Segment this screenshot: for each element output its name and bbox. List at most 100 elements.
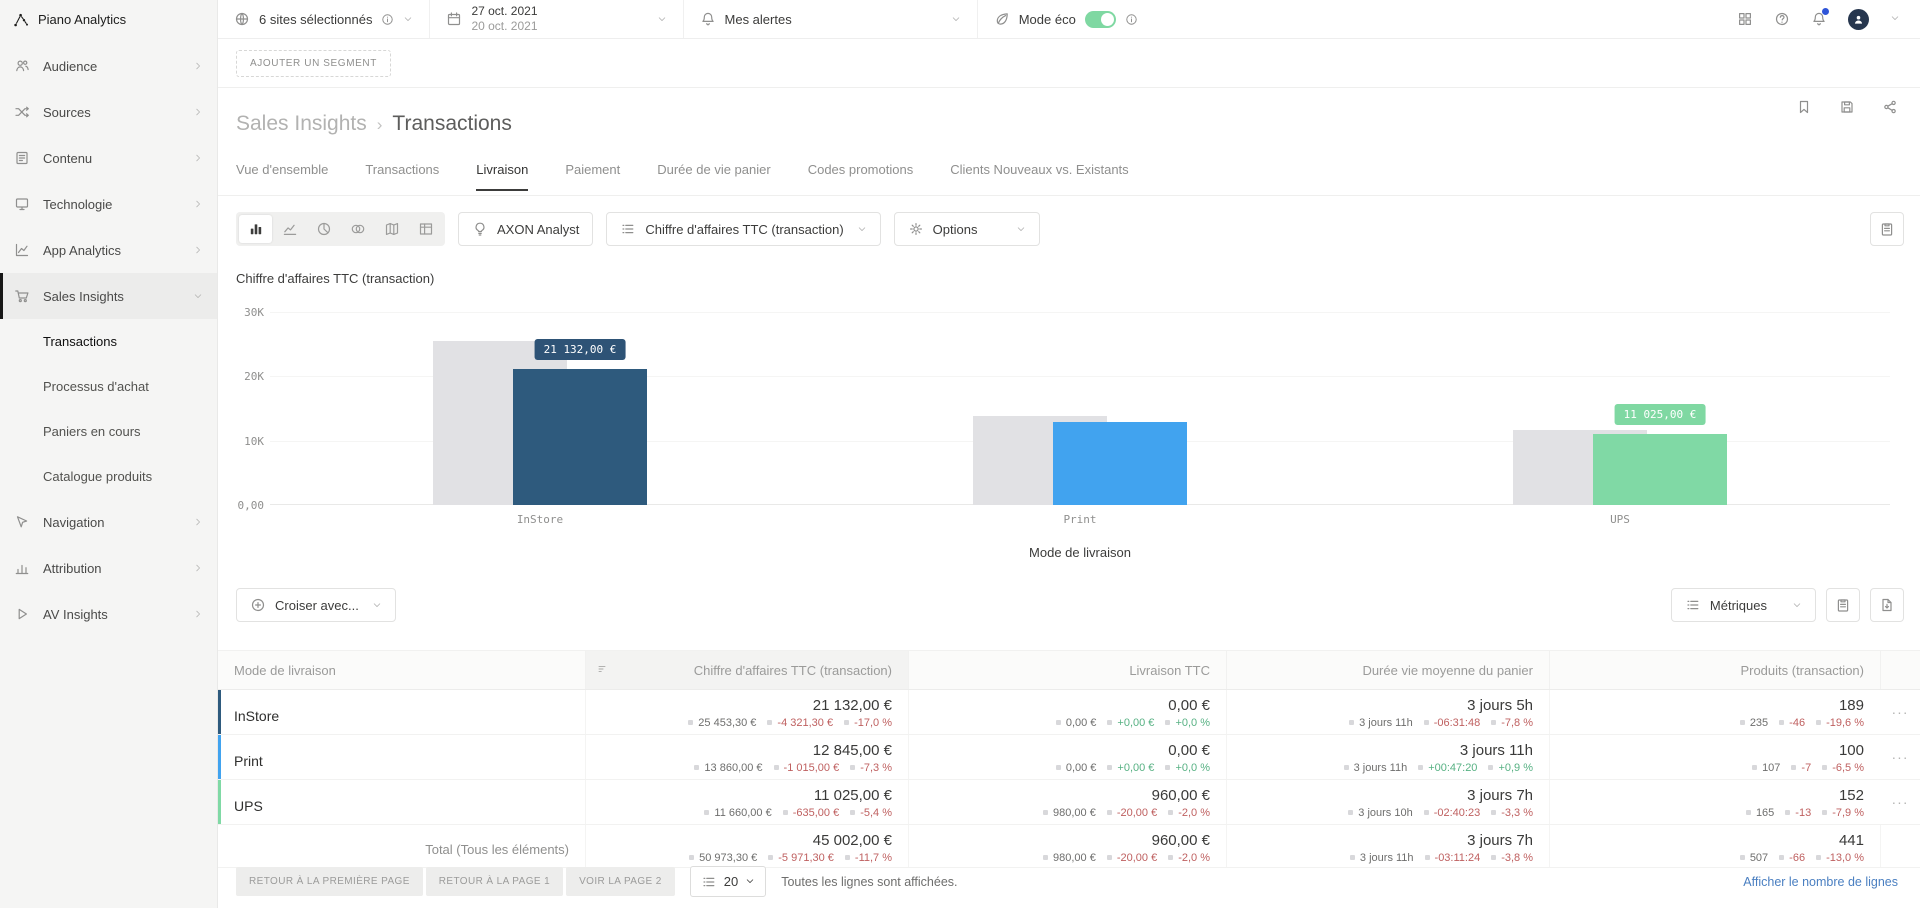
current-bar[interactable] [513, 369, 647, 505]
sidebar-item-paniers-en-cours[interactable]: Paniers en cours [0, 409, 217, 454]
sidebar-item-audience[interactable]: Audience [0, 43, 217, 89]
bookmark-icon[interactable] [1796, 99, 1812, 115]
sidebar-item-sources[interactable]: Sources [0, 89, 217, 135]
avatar[interactable] [1848, 8, 1869, 30]
tab-codes-promotions[interactable]: Codes promotions [808, 162, 914, 191]
notifications-bell-icon[interactable] [1811, 8, 1829, 27]
row-color-indicator [218, 690, 221, 734]
save-icon[interactable] [1839, 99, 1855, 115]
sidebar-item-technologie[interactable]: Technologie [0, 181, 217, 227]
sidebar-item-av-insights[interactable]: AV Insights [0, 591, 217, 637]
chart-type-table-icon[interactable] [409, 215, 442, 243]
row-label-cell[interactable]: InStore [218, 690, 585, 734]
metric-cell: 189 235 -46 -19,6 % [1549, 690, 1880, 734]
help-icon[interactable] [1774, 11, 1790, 27]
bar-group-ups: 11 025,00 € [1350, 312, 1890, 505]
sidebar-item-processus-d-achat[interactable]: Processus d'achat [0, 364, 217, 409]
comparison-chip: -46 [1779, 717, 1805, 729]
copy-table-button[interactable] [1826, 588, 1860, 622]
comparison-chip: -5,4 % [850, 807, 892, 819]
metric-comparison: 3 jours 11h +00:47:20 +0,9 % [1243, 762, 1533, 774]
row-menu-button[interactable]: ··· [1880, 690, 1920, 734]
metrics-dropdown[interactable]: Métriques [1670, 588, 1816, 622]
metric-cell: 441 507 -66 -13,0 % [1549, 825, 1880, 867]
app-logo[interactable]: Piano Analytics [0, 0, 217, 39]
info-icon[interactable] [381, 13, 394, 26]
column-header-4[interactable]: Durée vie moyenne du panier [1226, 651, 1549, 689]
tab-clients-nouveaux-vs-existants[interactable]: Clients Nouveaux vs. Existants [950, 162, 1128, 191]
apps-grid-icon[interactable] [1737, 11, 1753, 27]
chart-type-line-chart-icon[interactable] [273, 215, 306, 243]
date-range-line1: 27 oct. 2021 [471, 4, 538, 18]
chart-type-venn-icon[interactable] [341, 215, 374, 243]
info-icon[interactable] [1125, 13, 1138, 26]
sidebar-item-sales-insights[interactable]: Sales Insights [0, 273, 217, 319]
comparison-chip: -7,3 % [850, 762, 892, 774]
chart-type-pie-chart-icon[interactable] [307, 215, 340, 243]
axon-analyst-button[interactable]: AXON Analyst [458, 212, 594, 246]
page-1-button[interactable]: RETOUR À LA PAGE 1 [425, 867, 564, 896]
comparison-chip: 50 973,30 € [689, 852, 757, 864]
chevron-right-icon [193, 515, 203, 530]
comparison-chip: -4 321,30 € [767, 717, 833, 729]
sidebar-item-app-analytics[interactable]: App Analytics [0, 227, 217, 273]
chevron-down-icon [1792, 598, 1802, 613]
metric-selector-dropdown[interactable]: Chiffre d'affaires TTC (transaction) [606, 212, 881, 246]
sidebar-item-transactions[interactable]: Transactions [0, 319, 217, 364]
site-selector[interactable]: 6 sites sélectionnés [218, 0, 431, 38]
chevron-down-icon[interactable] [403, 12, 413, 27]
sidebar-item-navigation[interactable]: Navigation [0, 499, 217, 545]
rows-per-page-select[interactable]: 20 [689, 866, 767, 897]
comparison-chip: +0,00 € [1107, 762, 1154, 774]
metric-cell: 3 jours 11h 3 jours 11h +00:47:20 +0,9 % [1226, 735, 1549, 779]
eco-mode-toggle[interactable] [1084, 10, 1116, 28]
chevron-down-icon[interactable] [657, 12, 667, 27]
comparison-chip: -11,7 % [845, 852, 892, 864]
list-icon [620, 221, 636, 237]
metric-comparison: 50 973,30 € -5 971,30 € -11,7 % [602, 852, 892, 864]
chart-type-map-icon[interactable] [375, 215, 408, 243]
share-icon[interactable] [1882, 99, 1898, 115]
column-header-1[interactable]: Mode de livraison [218, 651, 585, 689]
column-header-3[interactable]: Livraison TTC [908, 651, 1226, 689]
export-table-button[interactable] [1870, 588, 1904, 622]
sidebar-item-attribution[interactable]: Attribution [0, 545, 217, 591]
add-segment-button[interactable]: AJOUTER UN SEGMENT [236, 50, 391, 77]
divider [218, 195, 1920, 196]
tab-vue-d-ensemble[interactable]: Vue d'ensemble [236, 162, 328, 191]
breadcrumb-parent[interactable]: Sales Insights [236, 112, 367, 136]
sidebar-item-contenu[interactable]: Contenu [0, 135, 217, 181]
comparison-chip: 107 [1752, 762, 1780, 774]
tab-transactions[interactable]: Transactions [365, 162, 439, 191]
alerts-selector[interactable]: Mes alertes [684, 0, 978, 38]
current-bar[interactable] [1593, 434, 1727, 505]
column-header-5[interactable]: Produits (transaction) [1549, 651, 1880, 689]
row-label-cell[interactable]: Print [218, 735, 585, 779]
row-label-cell[interactable]: UPS [218, 780, 585, 824]
row-menu-button[interactable]: ··· [1880, 735, 1920, 779]
chevron-down-icon[interactable] [1890, 10, 1900, 28]
show-row-count-link[interactable]: Afficher le nombre de lignes [1743, 875, 1898, 889]
options-dropdown[interactable]: Options [893, 212, 1041, 246]
cross-with-dropdown[interactable]: Croiser avec... [236, 588, 396, 622]
column-header-2[interactable]: Chiffre d'affaires TTC (transaction) [585, 651, 908, 689]
metric-value: 189 [1838, 697, 1864, 714]
metric-value: 45 002,00 € [812, 832, 892, 849]
eco-mode: Mode éco [978, 0, 1154, 38]
comparison-chip: -5 971,30 € [768, 852, 834, 864]
date-range-picker[interactable]: 27 oct. 2021 20 oct. 2021 [430, 0, 684, 38]
comparison-chip: -3,3 % [1491, 807, 1533, 819]
row-menu-button[interactable]: ··· [1880, 780, 1920, 824]
sort-icon[interactable] [596, 663, 608, 678]
chevron-down-icon[interactable] [951, 12, 961, 27]
y-tick-label: 10K [244, 435, 264, 448]
chart-type-bar-chart-icon[interactable] [239, 215, 272, 243]
copy-chart-button[interactable] [1870, 212, 1904, 246]
tab-livraison[interactable]: Livraison [476, 162, 529, 191]
page-2-button[interactable]: VOIR LA PAGE 2 [566, 867, 675, 896]
current-bar[interactable] [1053, 422, 1187, 505]
tab-dur-e-de-vie-panier[interactable]: Durée de vie panier [657, 162, 770, 191]
tab-paiement[interactable]: Paiement [565, 162, 620, 191]
sidebar-item-catalogue-produits[interactable]: Catalogue produits [0, 454, 217, 499]
first-page-button[interactable]: RETOUR À LA PREMIÈRE PAGE [236, 867, 423, 896]
